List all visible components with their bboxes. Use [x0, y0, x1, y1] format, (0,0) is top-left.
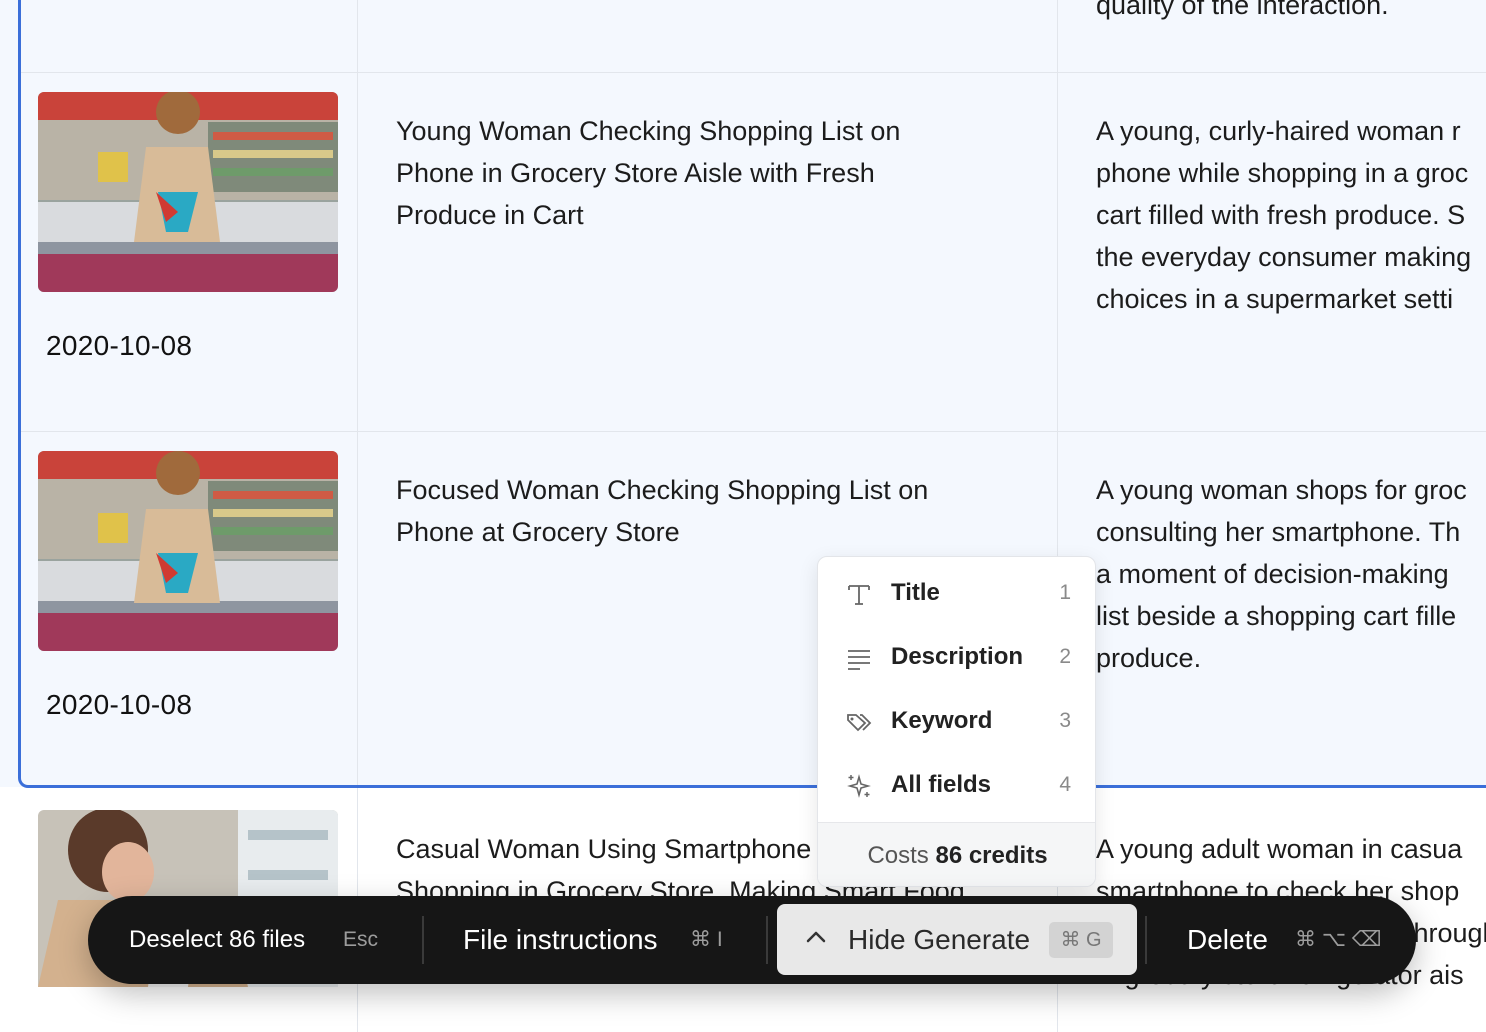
menu-item-shortcut: 3 [1059, 709, 1071, 732]
menu-item-shortcut: 4 [1059, 773, 1071, 796]
deselect-shortcut: Esc [343, 928, 379, 951]
chevron-up-icon [806, 931, 826, 943]
sparkle-icon [847, 774, 871, 798]
files-table: quality of the interaction. 2020-10-08 Y… [0, 0, 1486, 1032]
title-line: Phone at Grocery Store [396, 517, 680, 547]
description-cell[interactable]: A young, curly-haired woman r phone whil… [1096, 110, 1486, 320]
title-line: Young Woman Checking Shopping List on [396, 116, 901, 146]
description-line: list beside a shopping cart fille [1096, 601, 1457, 631]
description-line: cart filled with fresh produce. S [1096, 200, 1466, 230]
description-cell[interactable]: A young woman shops for groc consulting … [1096, 469, 1486, 679]
selection-toolbar: Deselect 86 files Esc File instructions … [88, 896, 1416, 984]
description-line: A young, curly-haired woman r [1096, 116, 1461, 146]
file-date: 2020-10-08 [46, 330, 193, 361]
title-cell[interactable]: Focused Woman Checking Shopping List on … [396, 469, 996, 553]
title-line: Phone in Grocery Store Aisle with Fresh [396, 158, 875, 188]
deselect-button[interactable]: Deselect 86 files [129, 896, 305, 984]
toolbar-divider [1145, 916, 1147, 964]
description-line: A young woman shops for groc [1096, 475, 1467, 505]
menu-item-shortcut: 1 [1059, 581, 1071, 604]
menu-item-title[interactable]: Title 1 [818, 565, 1095, 621]
file-thumbnail[interactable] [38, 92, 338, 292]
grocery-photo [38, 92, 338, 292]
text-t-icon [848, 585, 870, 605]
menu-item-keyword[interactable]: Keyword 3 [818, 693, 1095, 749]
file-instructions-button[interactable]: File instructions [463, 896, 658, 984]
toolbar-divider [766, 916, 768, 964]
description-line: quality of the interaction. [1096, 0, 1389, 20]
file-thumbnail[interactable] [38, 451, 338, 651]
description-cell[interactable]: quality of the interaction. [1096, 0, 1486, 26]
tags-icon [847, 714, 872, 732]
menu-item-description[interactable]: Description 2 [818, 629, 1095, 685]
description-line: consulting her smartphone. Th [1096, 517, 1461, 547]
delete-button[interactable]: Delete [1187, 896, 1268, 984]
hide-generate-label: Hide Generate [848, 924, 1031, 955]
credit-cost-prefix: Costs [867, 842, 929, 869]
menu-item-label: Keyword [891, 707, 993, 734]
description-line: the everyday consumer making [1096, 242, 1472, 272]
delete-shortcut: ⌘ ⌥ ⌫ [1295, 928, 1382, 951]
description-line: a moment of decision-making [1096, 559, 1449, 589]
credit-cost-value: 86 credits [935, 842, 1048, 869]
menu-item-label: All fields [891, 771, 992, 798]
description-line: phone while shopping in a groc [1096, 158, 1469, 188]
hide-generate-shortcut: ⌘ G [1049, 922, 1113, 958]
title-cell[interactable]: Young Woman Checking Shopping List on Ph… [396, 110, 996, 236]
credit-cost: Costs 86 credits [818, 822, 1095, 886]
title-line: Focused Woman Checking Shopping List on [396, 475, 929, 505]
menu-item-all-fields[interactable]: All fields 4 [818, 757, 1095, 813]
file-date: 2020-10-08 [46, 689, 193, 720]
menu-item-label: Title [891, 579, 940, 606]
description-line: A young adult woman in casua [1096, 834, 1463, 864]
lines-icon [848, 650, 870, 670]
title-line: Produce in Cart [396, 200, 584, 230]
toolbar-divider [422, 916, 424, 964]
file-instructions-shortcut: ⌘ I [690, 928, 723, 951]
hide-generate-button[interactable]: Hide Generate ⌘ G [777, 904, 1137, 975]
description-line: produce. [1096, 643, 1202, 673]
grocery-photo [38, 451, 338, 651]
description-line: choices in a supermarket setti [1096, 284, 1454, 314]
menu-item-label: Description [891, 643, 1024, 670]
generate-menu: Title 1 Description 2 Keyword 3 All fiel… [817, 556, 1096, 887]
menu-item-shortcut: 2 [1059, 645, 1071, 668]
